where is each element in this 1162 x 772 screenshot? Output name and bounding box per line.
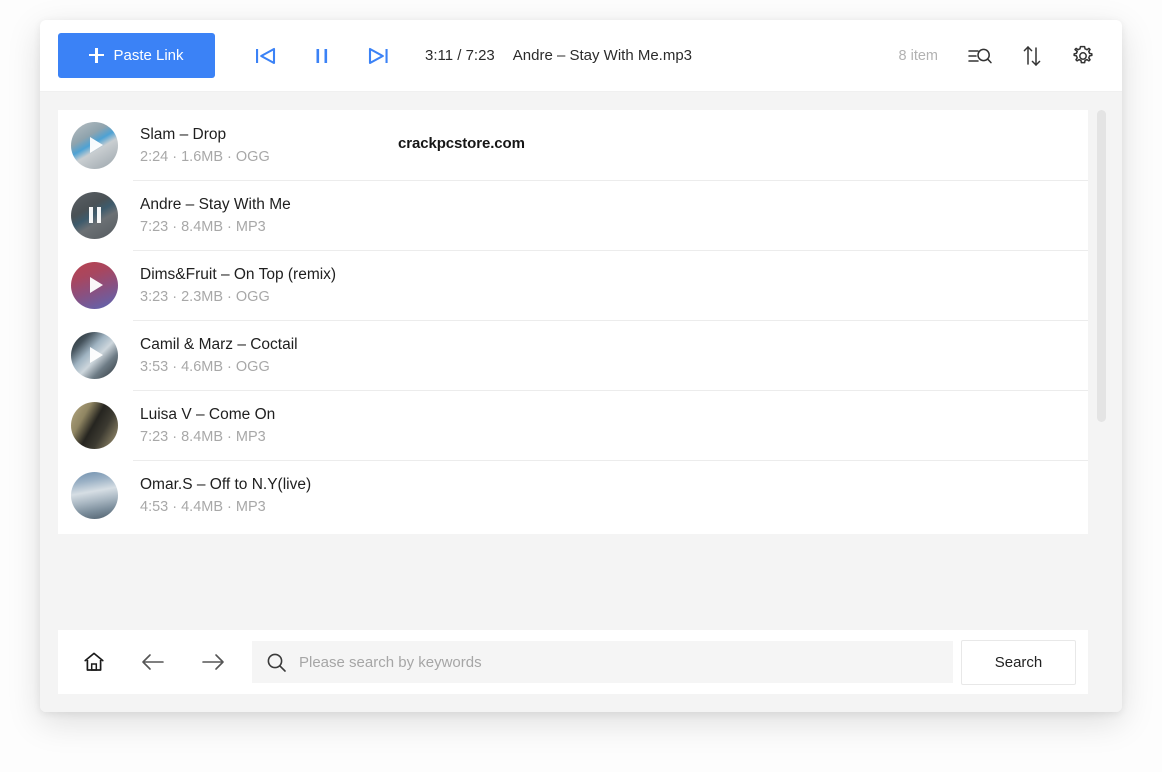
avatar	[71, 401, 118, 449]
search-field[interactable]	[252, 641, 953, 683]
track-meta: Camil & Marz – Coctail 3:53 · 4.6MB · OG…	[140, 335, 298, 374]
list-scrollbar[interactable]	[1097, 110, 1106, 540]
toolbar-right-group: 8 item	[899, 41, 1099, 71]
avatar	[71, 331, 118, 379]
plus-icon	[89, 48, 105, 63]
row-divider	[133, 180, 1088, 181]
previous-track-button[interactable]	[249, 41, 283, 71]
search-button[interactable]: Search	[961, 639, 1076, 685]
next-track-icon	[368, 47, 388, 64]
home-button[interactable]	[76, 644, 112, 680]
track-subtitle: 3:23 · 2.3MB · OGG	[140, 288, 270, 305]
gear-icon	[1073, 45, 1093, 63]
track-title: Slam – Drop	[140, 126, 227, 144]
screen: Paste Link 3:11 / 7:23 Andre – Stay With…	[0, 0, 1162, 772]
track-meta: Luisa V – Come On 7:23 · 8.4MB · MP3	[140, 405, 275, 444]
table-row[interactable]: Andre – Stay With Me 7:23 · 8.4MB · MP3	[58, 180, 1088, 250]
avatar	[71, 191, 118, 239]
navigation-buttons	[76, 644, 232, 680]
row-divider	[133, 320, 1088, 321]
paste-link-button[interactable]: Paste Link	[58, 33, 215, 78]
play-overlay-icon	[71, 332, 118, 379]
track-title: Luisa V – Come On	[140, 406, 276, 424]
forward-button[interactable]	[194, 645, 232, 679]
track-subtitle: 4:53 · 4.4MB · MP3	[140, 498, 266, 515]
row-divider	[133, 250, 1088, 251]
pause-button[interactable]	[307, 41, 337, 71]
app-window: Paste Link 3:11 / 7:23 Andre – Stay With…	[40, 20, 1122, 712]
search-input[interactable]	[299, 653, 939, 671]
track-subtitle: 7:23 · 8.4MB · MP3	[140, 428, 266, 445]
track-meta: Dims&Fruit – On Top (remix) 3:23 · 2.3MB…	[140, 265, 336, 304]
settings-button[interactable]	[1068, 41, 1098, 71]
next-track-button[interactable]	[361, 41, 395, 71]
track-title: Camil & Marz – Coctail	[140, 336, 298, 354]
table-row[interactable]: Camil & Marz – Coctail 3:53 · 4.6MB · OG…	[58, 320, 1088, 390]
play-overlay-icon	[71, 262, 118, 309]
scrollbar-thumb[interactable]	[1097, 110, 1106, 422]
list-search-icon	[968, 48, 992, 63]
track-meta: Omar.S – Off to N.Y(live) 4:53 · 4.4MB ·…	[140, 475, 311, 514]
row-divider	[133, 460, 1088, 461]
sort-arrows-icon	[1023, 45, 1041, 66]
watermark-text: crackpcstore.com	[398, 135, 525, 152]
pause-icon	[316, 48, 328, 63]
avatar	[71, 121, 118, 169]
table-row[interactable]: Luisa V – Come On 7:23 · 8.4MB · MP3	[58, 390, 1088, 460]
item-count: 8 item	[898, 47, 939, 64]
row-divider	[133, 390, 1088, 391]
content-area: Slam – Drop 2:24 · 1.6MB · OGG crackpcst…	[40, 92, 1122, 712]
home-icon	[84, 652, 104, 671]
table-row[interactable]: Omar.S – Off to N.Y(live) 4:53 · 4.4MB ·…	[58, 460, 1088, 530]
back-button[interactable]	[134, 645, 172, 679]
filter-search-button[interactable]	[964, 41, 996, 71]
track-title: Omar.S – Off to N.Y(live)	[140, 476, 312, 494]
avatar	[71, 261, 118, 309]
top-toolbar: Paste Link 3:11 / 7:23 Andre – Stay With…	[40, 20, 1122, 92]
search-icon	[267, 653, 286, 672]
previous-track-icon	[256, 47, 276, 64]
track-subtitle: 3:53 · 4.6MB · OGG	[140, 358, 270, 375]
pause-overlay-icon	[71, 192, 118, 239]
track-meta: Andre – Stay With Me 7:23 · 8.4MB · MP3	[140, 195, 291, 234]
table-row[interactable]: Dims&Fruit – On Top (remix) 3:23 · 2.3MB…	[58, 250, 1088, 320]
track-meta: Slam – Drop 2:24 · 1.6MB · OGG	[140, 125, 270, 164]
table-row[interactable]: Slam – Drop 2:24 · 1.6MB · OGG crackpcst…	[58, 110, 1088, 180]
track-title: Dims&Fruit – On Top (remix)	[140, 266, 337, 284]
track-list: Slam – Drop 2:24 · 1.6MB · OGG crackpcst…	[58, 110, 1088, 534]
search-bar: Search	[58, 630, 1088, 694]
playback-time: 3:11 / 7:23	[425, 47, 495, 64]
paste-link-label: Paste Link	[113, 47, 184, 64]
track-subtitle: 7:23 · 8.4MB · MP3	[140, 218, 266, 235]
forward-arrow-icon	[202, 654, 224, 670]
back-arrow-icon	[142, 654, 164, 670]
track-title: Andre – Stay With Me	[140, 196, 291, 214]
now-playing-title: Andre – Stay With Me.mp3	[512, 47, 693, 64]
avatar	[71, 471, 118, 519]
play-overlay-icon	[71, 122, 118, 169]
track-subtitle: 2:24 · 1.6MB · OGG	[140, 148, 270, 165]
sort-button[interactable]	[1018, 41, 1046, 71]
transport-controls	[249, 41, 395, 71]
